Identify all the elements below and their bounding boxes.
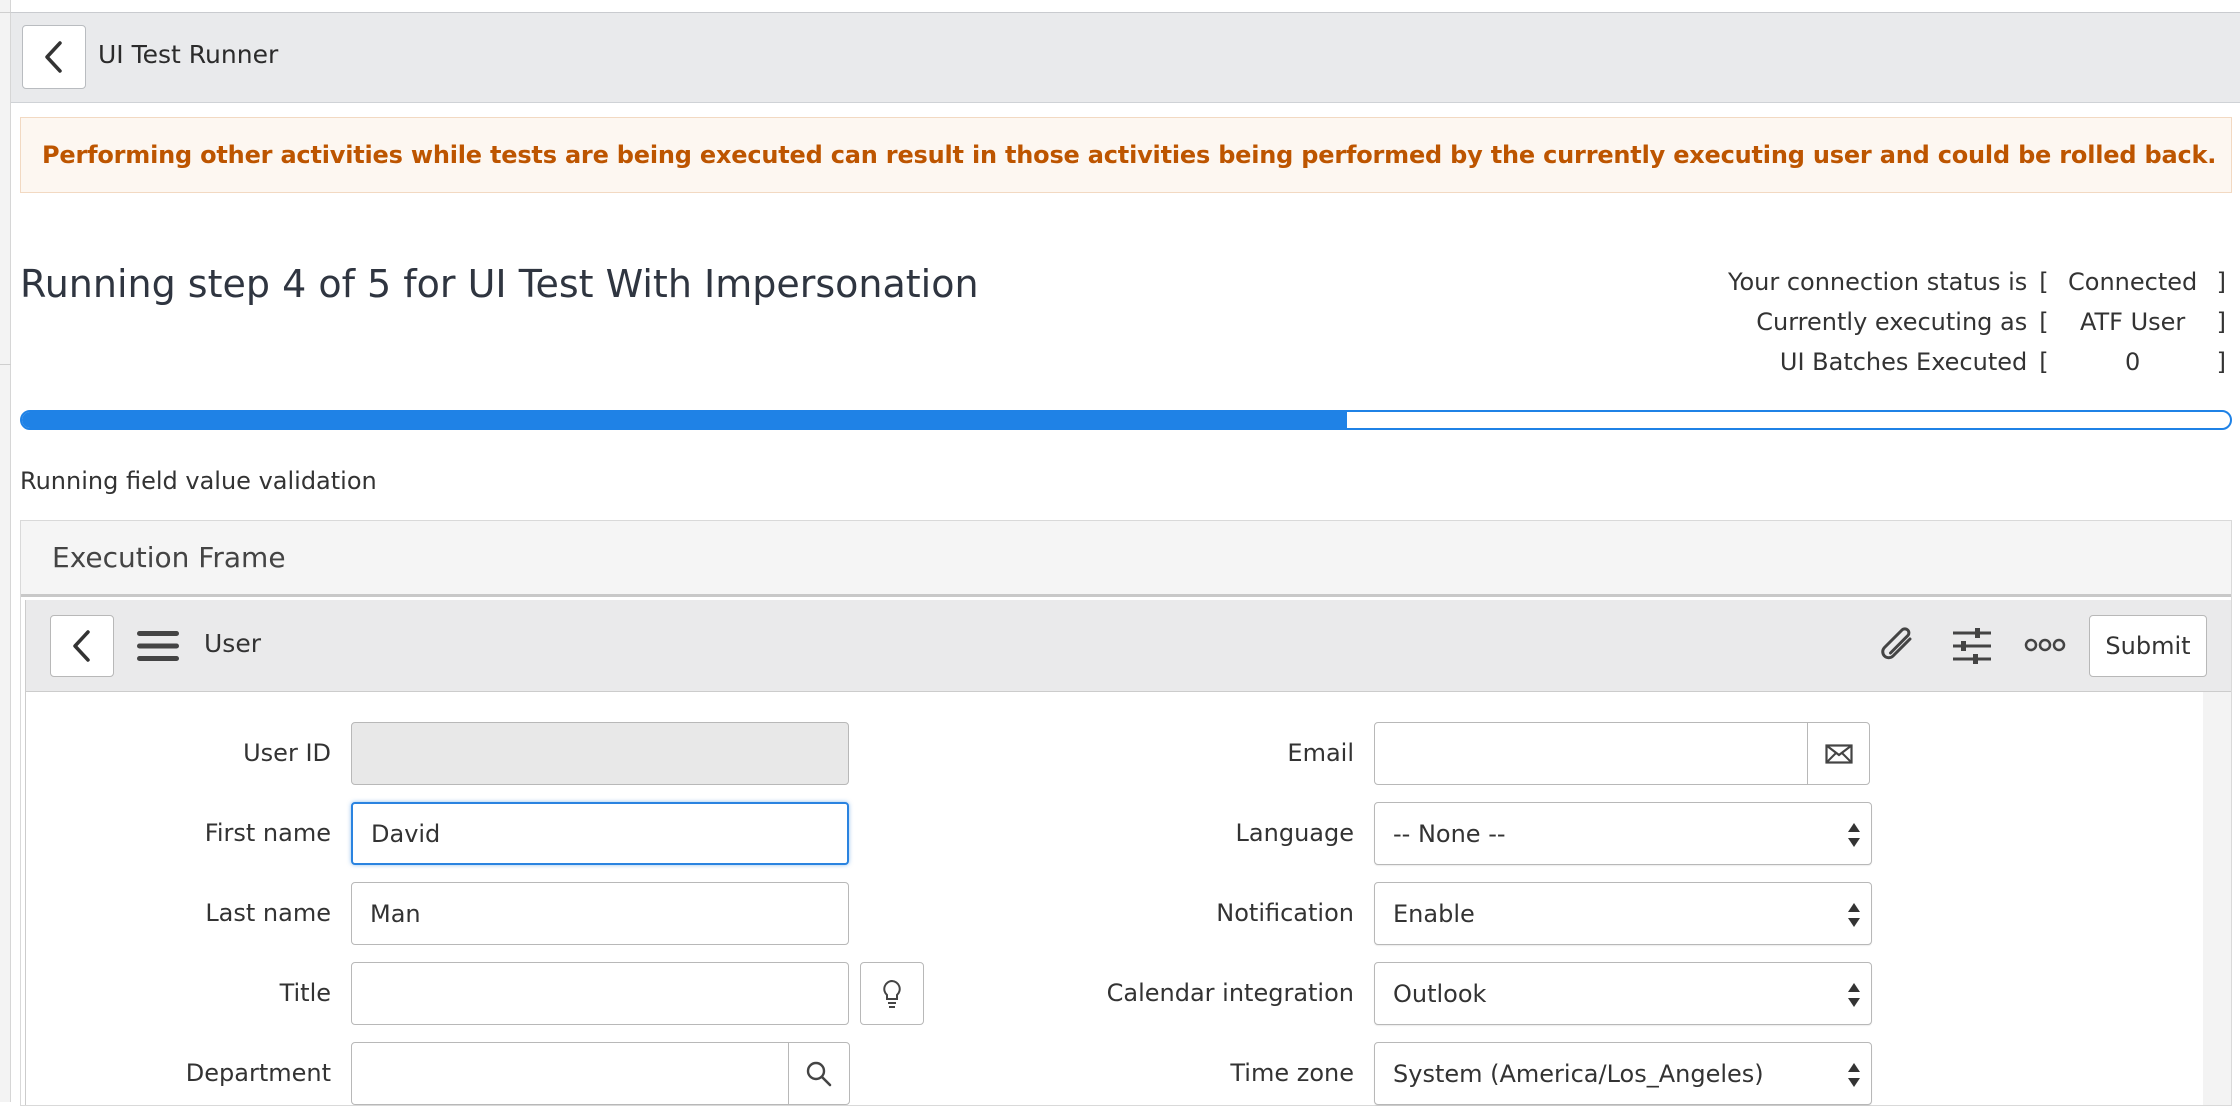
form-header: User Submit (26, 600, 2231, 692)
connection-status-label: Your connection status is (1727, 268, 2028, 296)
form-row-department: Department Time zone System (America/Los… (26, 1042, 2026, 1106)
submit-button[interactable]: Submit (2089, 615, 2207, 677)
connection-status-value: Connected (2068, 268, 2198, 296)
title-label: Title (279, 979, 331, 1007)
language-label: Language (1235, 819, 1354, 847)
calendar-integration-selected-value: Outlook (1393, 979, 1487, 1008)
form-scroll-area (2203, 692, 2231, 1105)
batches-executed-row: UI Batches Executed [ 0 ] (1728, 342, 2226, 382)
connection-status-row: Your connection status is [ Connected ] (1728, 262, 2226, 302)
execution-frame-title: Execution Frame (21, 521, 2231, 597)
department-lookup-button[interactable] (788, 1042, 850, 1105)
chevron-left-icon (45, 41, 62, 73)
back-button[interactable] (22, 25, 86, 89)
execution-frame: Execution Frame User Submit User ID Emai… (20, 520, 2232, 1106)
bracket-open: [ (2039, 348, 2049, 376)
notification-select[interactable]: Enable (1374, 882, 1872, 945)
select-arrows-icon (1848, 823, 1860, 847)
select-arrows-icon (1848, 903, 1860, 927)
form-row-title: Title Calendar integration Outlook (26, 962, 2026, 1026)
personalize-sliders-icon[interactable] (1951, 625, 1993, 671)
adjacent-window-edge (0, 0, 11, 1102)
first-name-label: First name (204, 819, 331, 847)
bracket-close: ] (2216, 308, 2226, 336)
executing-as-label: Currently executing as (1756, 308, 2028, 336)
title-input[interactable] (351, 962, 849, 1025)
notification-label: Notification (1216, 899, 1354, 927)
time-zone-select[interactable]: System (America/Los_Angeles) (1374, 1042, 1872, 1105)
batches-executed-value: 0 (2124, 348, 2141, 376)
last-name-label: Last name (205, 899, 331, 927)
bracket-close: ] (2216, 348, 2226, 376)
form-row-user-id: User ID Email (26, 722, 2026, 786)
hamburger-menu-icon[interactable] (137, 630, 179, 666)
lightbulb-icon (883, 979, 901, 1008)
ui-test-runner-app: UI Test Runner Performing other activiti… (11, 0, 2240, 1106)
language-select[interactable]: -- None -- (1374, 802, 1872, 865)
bracket-open: [ (2039, 308, 2049, 336)
calendar-integration-label: Calendar integration (1106, 979, 1354, 1007)
email-input[interactable] (1374, 722, 1808, 785)
time-zone-selected-value: System (America/Los_Angeles) (1393, 1059, 1764, 1088)
app-header: UI Test Runner (11, 12, 2240, 103)
form-back-button[interactable] (50, 615, 114, 677)
email-label: Email (1287, 739, 1354, 767)
page-title: Running step 4 of 5 for UI Test With Imp… (20, 262, 979, 306)
chevron-left-icon (73, 630, 90, 662)
select-arrows-icon (1848, 1063, 1860, 1087)
notification-selected-value: Enable (1393, 899, 1475, 928)
executing-as-row: Currently executing as [ ATF User ] (1728, 302, 2226, 342)
bracket-open: [ (2039, 268, 2049, 296)
search-icon (806, 1061, 832, 1086)
envelope-icon (1824, 743, 1853, 764)
time-zone-label: Time zone (1230, 1059, 1354, 1087)
department-label: Department (185, 1059, 331, 1087)
step-status-text: Running field value validation (20, 467, 377, 495)
form-row-last-name: Last name Notification Enable (26, 882, 2026, 946)
more-options-icon[interactable] (2024, 632, 2066, 662)
calendar-integration-select[interactable]: Outlook (1374, 962, 1872, 1025)
warning-banner: Performing other activities while tests … (20, 117, 2232, 193)
batches-executed-label: UI Batches Executed (1779, 348, 2028, 376)
form-row-first-name: First name Language -- None -- (26, 802, 2026, 866)
embedded-form: User Submit User ID Email First name Dav… (25, 600, 2231, 1105)
progress-bar (20, 410, 2232, 430)
bracket-close: ] (2216, 268, 2226, 296)
email-send-button[interactable] (1807, 722, 1870, 785)
executing-as-value: ATF User (2079, 308, 2186, 336)
title-suggestion-button[interactable] (860, 962, 924, 1025)
user-id-label: User ID (243, 739, 331, 767)
header-title: UI Test Runner (98, 40, 279, 69)
last-name-input[interactable] (351, 882, 849, 945)
select-arrows-icon (1848, 983, 1860, 1007)
progress-bar-fill (22, 412, 1347, 428)
form-title: User (204, 629, 261, 658)
user-id-input[interactable] (351, 722, 849, 785)
department-input[interactable] (351, 1042, 789, 1105)
paperclip-icon[interactable] (1877, 625, 1919, 671)
first-name-input[interactable] (351, 802, 849, 865)
status-block: Your connection status is [ Connected ] … (1728, 262, 2226, 382)
language-selected-value: -- None -- (1393, 819, 1506, 848)
